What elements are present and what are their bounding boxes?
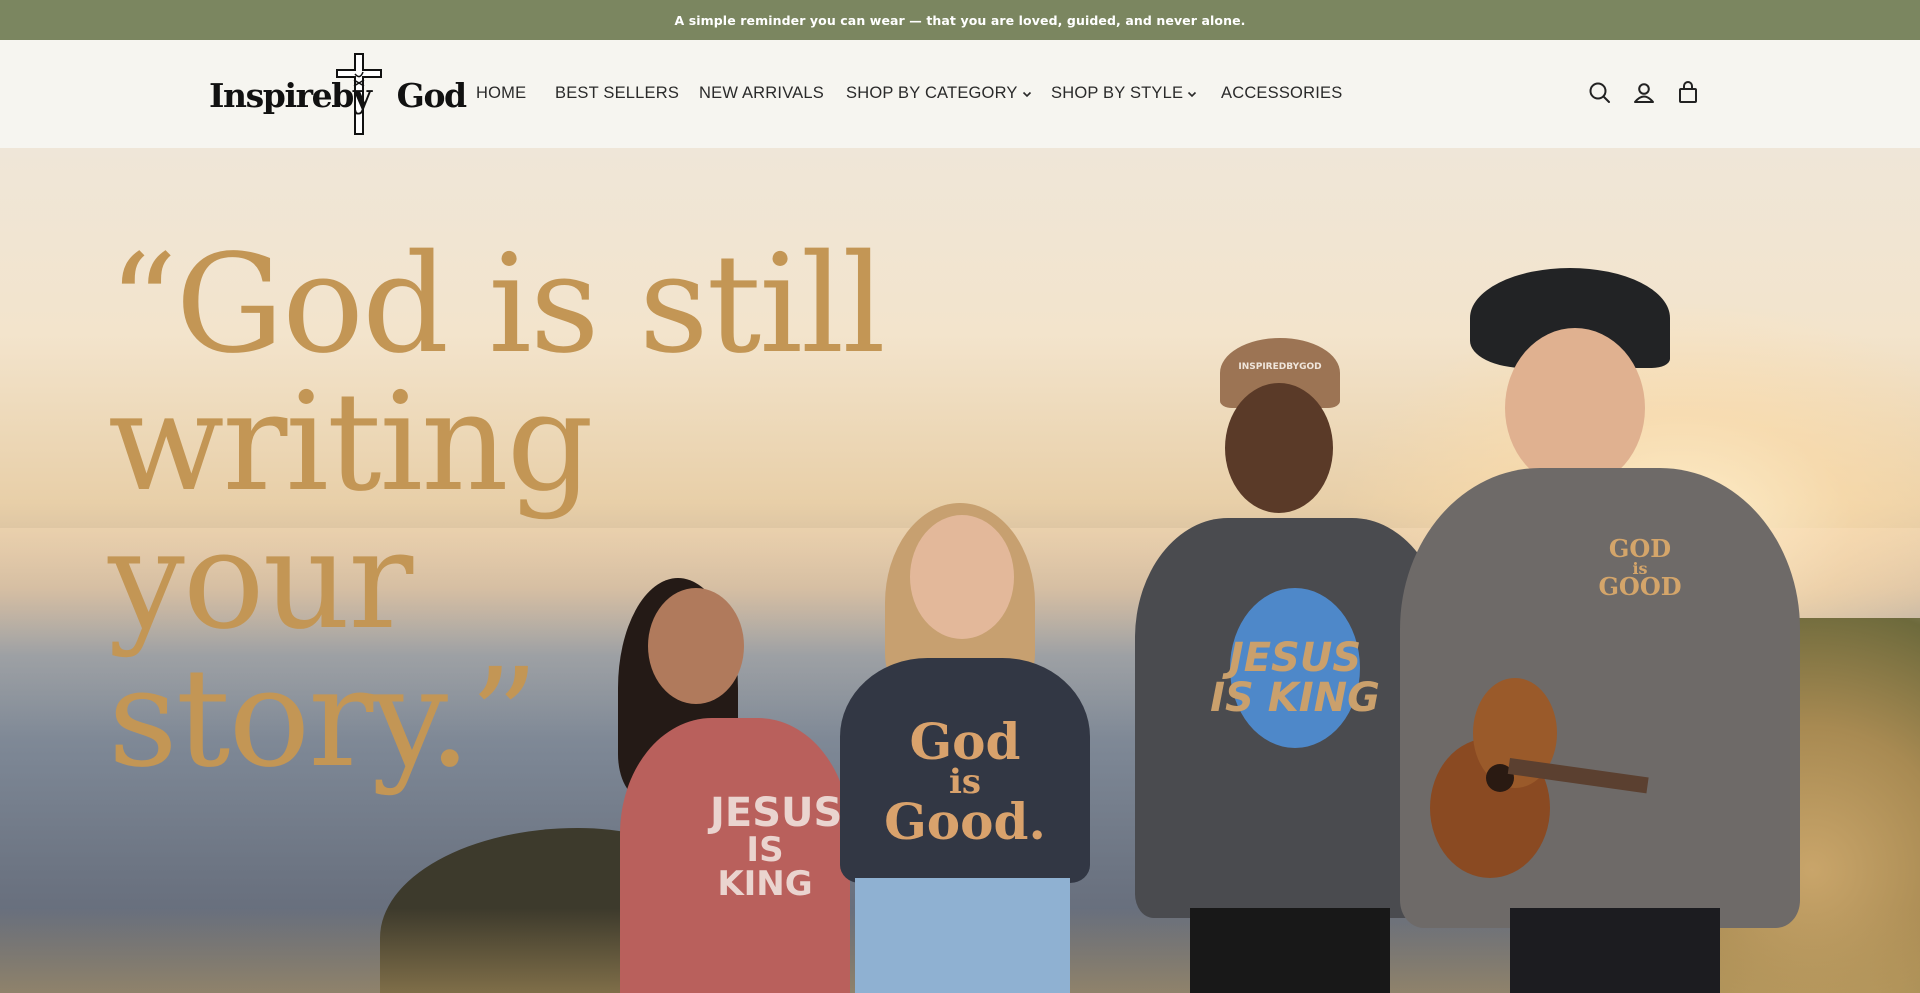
account-icon[interactable] (1631, 80, 1657, 106)
shirt-print-text: IS KING (717, 830, 813, 904)
brand-wordmark: Inspireby God (209, 76, 467, 115)
site-header: Inspireby God HOME BEST SELLERS NEW ARRIV… (0, 40, 1920, 148)
cap-print-text: INSPIREDBYGOD (1238, 362, 1322, 372)
shirt-print-text: JESUS (1228, 635, 1362, 681)
nav-item-label: BEST SELLERS (555, 84, 680, 102)
shirt-print-text: Good. (884, 791, 1046, 851)
search-icon[interactable] (1587, 80, 1613, 106)
shirt-print-text: IS KING (1210, 675, 1380, 721)
chevron-down-icon (1188, 91, 1197, 97)
nav-item-label: ACCESSORIES (1221, 84, 1343, 102)
person-god-is-good-tee: God is Good. (830, 503, 1100, 993)
hero-banner[interactable]: “God is still writing your story.” JESUS… (0, 148, 1920, 993)
shirt-print-text: God (909, 712, 1021, 771)
person-pink-hoodie: JESUS IS KING (600, 568, 860, 993)
nav-item-label: HOME (476, 84, 527, 102)
hero-quote-line: “God is still (108, 226, 886, 384)
nav-item-shop-by-category[interactable]: SHOP BY CATEGORY (846, 84, 1032, 103)
chevron-down-icon (1022, 91, 1031, 97)
announcement-text: A simple reminder you can wear — that yo… (674, 12, 1246, 28)
nav-item-label: NEW ARRIVALS (699, 84, 824, 102)
nav-item-shop-by-style[interactable]: SHOP BY STYLE (1051, 84, 1197, 103)
nav-item-accessories[interactable]: ACCESSORIES (1221, 84, 1342, 103)
guitar-icon (1430, 678, 1649, 878)
shirt-print-text: GOD (1608, 534, 1672, 563)
nav-item-new-arrivals[interactable]: NEW ARRIVALS (699, 84, 824, 103)
brand-logo[interactable]: Inspireby God (209, 52, 467, 136)
nav-item-best-sellers[interactable]: BEST SELLERS (555, 84, 679, 103)
shirt-print-text: JESUS (710, 790, 843, 836)
nav-item-home[interactable]: HOME (476, 84, 526, 103)
nav-item-label: SHOP BY CATEGORY (846, 84, 1018, 102)
cart-icon[interactable] (1675, 80, 1701, 106)
nav-item-label: SHOP BY STYLE (1051, 84, 1184, 102)
announcement-bar: A simple reminder you can wear — that yo… (0, 0, 1920, 40)
person-grey-hoodie-guitar: GOD is GOOD (1390, 268, 1810, 993)
brand-part2: God (396, 76, 467, 115)
brand-part1: Inspireby (209, 76, 372, 115)
shirt-print-text: GOOD (1598, 571, 1682, 601)
